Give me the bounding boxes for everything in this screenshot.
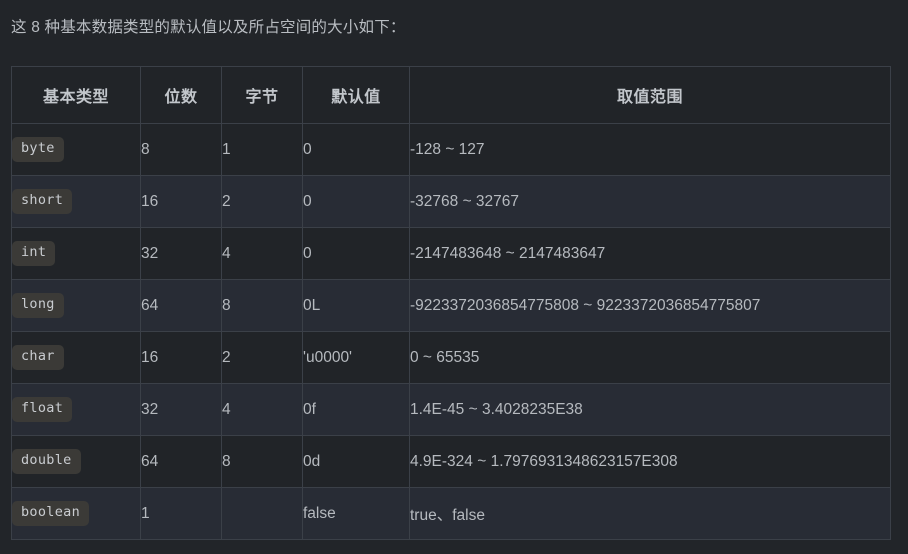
table-row: short 16 2 0 -32768 ~ 32767	[11, 175, 891, 228]
data-types-table-container: 基本类型 位数 字节 默认值 取值范围 byte 8 1 0 -128 ~ 12…	[11, 66, 891, 540]
type-code-badge: float	[12, 397, 73, 422]
cell-type: char	[11, 331, 141, 384]
column-header-default: 默认值	[302, 66, 410, 124]
cell-range: -32768 ~ 32767	[409, 175, 891, 228]
cell-default: 0	[302, 175, 410, 228]
cell-default: 0L	[302, 279, 410, 332]
cell-default: 0	[302, 227, 410, 280]
cell-range: -9223372036854775808 ~ 92233720368547758…	[409, 279, 891, 332]
cell-bytes: 2	[221, 331, 303, 384]
cell-type: float	[11, 383, 141, 436]
cell-range: 0 ~ 65535	[409, 331, 891, 384]
table-row: double 64 8 0d 4.9E-324 ~ 1.797693134862…	[11, 435, 891, 488]
cell-range: 4.9E-324 ~ 1.7976931348623157E308	[409, 435, 891, 488]
table-row: long 64 8 0L -9223372036854775808 ~ 9223…	[11, 279, 891, 332]
table-row: float 32 4 0f 1.4E-45 ~ 3.4028235E38	[11, 383, 891, 436]
type-code-badge: byte	[12, 137, 64, 162]
column-header-bits: 位数	[140, 66, 222, 124]
cell-bytes: 4	[221, 383, 303, 436]
table-header-row: 基本类型 位数 字节 默认值 取值范围	[11, 66, 891, 124]
cell-type: int	[11, 227, 141, 280]
cell-bits: 8	[140, 123, 222, 176]
cell-bits: 16	[140, 331, 222, 384]
table-header: 基本类型 位数 字节 默认值 取值范围	[11, 66, 891, 124]
column-header-range: 取值范围	[409, 66, 891, 124]
table-row: char 16 2 'u0000' 0 ~ 65535	[11, 331, 891, 384]
cell-default: 0	[302, 123, 410, 176]
cell-bytes: 8	[221, 279, 303, 332]
cell-bits: 64	[140, 279, 222, 332]
type-code-badge: double	[12, 449, 81, 474]
cell-default: 'u0000'	[302, 331, 410, 384]
cell-bits: 1	[140, 487, 222, 540]
cell-bits: 32	[140, 383, 222, 436]
cell-range: 1.4E-45 ~ 3.4028235E38	[409, 383, 891, 436]
cell-bytes: 1	[221, 123, 303, 176]
type-code-badge: short	[12, 189, 73, 214]
column-header-type: 基本类型	[11, 66, 141, 124]
cell-type: double	[11, 435, 141, 488]
cell-type: boolean	[11, 487, 141, 540]
cell-bytes	[221, 487, 303, 540]
cell-bytes: 4	[221, 227, 303, 280]
cell-bytes: 2	[221, 175, 303, 228]
cell-default: 0f	[302, 383, 410, 436]
type-code-badge: long	[12, 293, 64, 318]
cell-range: true、false	[409, 487, 891, 540]
cell-type: byte	[11, 123, 141, 176]
type-code-badge: char	[12, 345, 64, 370]
cell-default: 0d	[302, 435, 410, 488]
column-header-bytes: 字节	[221, 66, 303, 124]
cell-bits: 16	[140, 175, 222, 228]
table-row: int 32 4 0 -2147483648 ~ 2147483647	[11, 227, 891, 280]
cell-type: short	[11, 175, 141, 228]
type-code-badge: boolean	[12, 501, 89, 526]
document-page: 这 8 种基本数据类型的默认值以及所占空间的大小如下： 基本类型 位数 字节 默…	[0, 0, 908, 554]
intro-paragraph: 这 8 种基本数据类型的默认值以及所占空间的大小如下：	[11, 19, 406, 36]
table-body: byte 8 1 0 -128 ~ 127 short 16 2 0 -3276…	[11, 123, 891, 540]
cell-type: long	[11, 279, 141, 332]
cell-bits: 64	[140, 435, 222, 488]
cell-default: false	[302, 487, 410, 540]
cell-bits: 32	[140, 227, 222, 280]
type-code-badge: int	[12, 241, 56, 266]
cell-range: -2147483648 ~ 2147483647	[409, 227, 891, 280]
cell-range: -128 ~ 127	[409, 123, 891, 176]
data-types-table: 基本类型 位数 字节 默认值 取值范围 byte 8 1 0 -128 ~ 12…	[11, 66, 891, 540]
table-row: byte 8 1 0 -128 ~ 127	[11, 123, 891, 176]
cell-bytes: 8	[221, 435, 303, 488]
table-row: boolean 1 false true、false	[11, 487, 891, 540]
